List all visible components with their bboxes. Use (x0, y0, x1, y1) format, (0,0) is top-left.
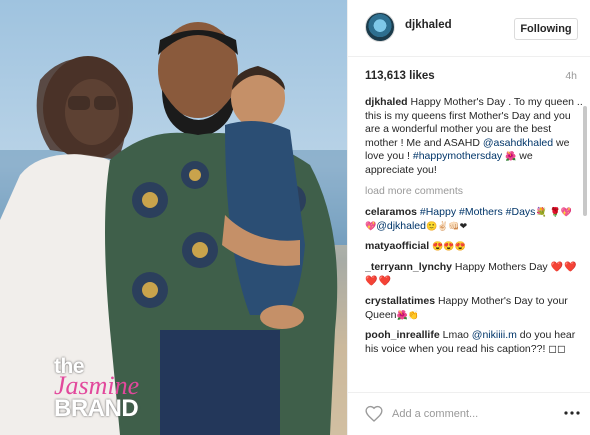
post-stats: 113,613 likes 4h (365, 70, 577, 86)
following-button[interactable]: Following (514, 18, 578, 40)
post-header: djkhaled Following (348, 0, 590, 57)
caption-hashtag[interactable]: #happymothersday (413, 150, 502, 162)
comment-username[interactable]: matyaofficial (365, 240, 429, 252)
post-photo[interactable]: the Jasmine BRAND (0, 0, 347, 435)
comment-mention[interactable]: @djkhaled (376, 220, 426, 232)
instagram-post: the Jasmine BRAND djkhaled Following 113… (0, 0, 590, 435)
ellipsis-icon (564, 411, 580, 415)
gesture-emoji: 🙂✌🏻👊🏻❤ (426, 220, 468, 231)
caption-mention[interactable]: @asahdkhaled (483, 137, 553, 149)
likes-count[interactable]: 113,613 likes (365, 70, 435, 82)
comment-username[interactable]: pooh_inreallife (365, 329, 440, 341)
watermark-line-brand: BRAND (54, 395, 139, 422)
list-item: matyaofficial 😍😍😍 (365, 240, 583, 254)
comments-list[interactable]: djkhaled Happy Mother's Day . To my quee… (365, 96, 583, 384)
comment-hashtags[interactable]: #Happy #Mothers #Days (420, 206, 536, 218)
scrollbar-thumb[interactable] (583, 106, 587, 216)
comment-username[interactable]: _terryann_lynchy (365, 261, 452, 273)
comment-username[interactable]: crystallatimes (365, 295, 435, 307)
watermark-logo: the Jasmine BRAND (54, 356, 174, 421)
caption: djkhaled Happy Mother's Day . To my quee… (365, 96, 583, 178)
post-actions (348, 392, 590, 435)
post-sidebar: djkhaled Following 113,613 likes 4h djkh… (347, 0, 590, 435)
comment-username[interactable]: celaramos (365, 206, 417, 218)
heart-eyes-emoji: 😍😍😍 (432, 241, 466, 252)
more-options-icon[interactable] (563, 405, 581, 421)
flower-emoji: 🌺 (505, 151, 517, 162)
post-username[interactable]: djkhaled (405, 19, 452, 31)
box-glyphs: ◻◻ (548, 342, 566, 355)
list-item: crystallatimes Happy Mother's Day to you… (365, 295, 583, 322)
bouquet-emoji: 💐 (535, 207, 547, 218)
load-more-comments-link[interactable]: load more comments (365, 185, 583, 199)
flower-clap-emoji: 🌺👏 (396, 309, 419, 320)
caption-username[interactable]: djkhaled (365, 96, 408, 108)
list-item: _terryann_lynchy Happy Mothers Day ❤️❤️❤… (365, 261, 583, 288)
comment-text: Lmao (442, 329, 469, 342)
comments-scrollbar[interactable] (582, 96, 588, 384)
avatar[interactable] (365, 12, 395, 42)
heart-outline-icon[interactable] (365, 405, 383, 422)
comment-text: Happy Mothers Day (454, 260, 548, 273)
post-timestamp[interactable]: 4h (565, 70, 577, 82)
add-comment-input[interactable] (392, 404, 552, 424)
list-item: pooh_inreallife Lmao @nikiiii.m do you h… (365, 329, 583, 356)
list-item: celaramos #Happy #Mothers #Days💐 🌹💖💖@djk… (365, 206, 583, 233)
comment-mention[interactable]: @nikiiii.m (472, 329, 517, 341)
